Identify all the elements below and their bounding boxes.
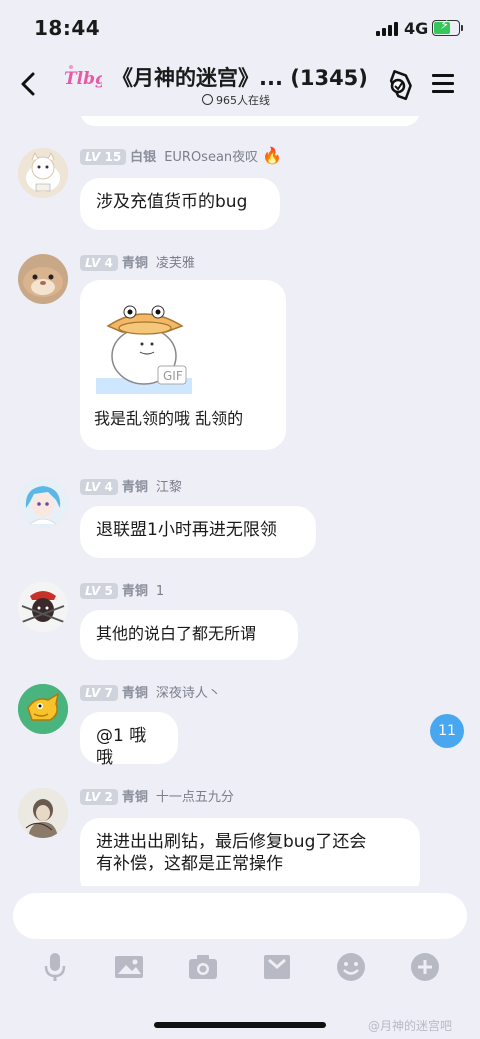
- avatar[interactable]: [18, 582, 68, 632]
- rank-label: 青铜: [121, 686, 148, 701]
- camera-icon[interactable]: [186, 950, 220, 984]
- rank-label: 青铜: [121, 480, 148, 495]
- share-icon[interactable]: [380, 68, 414, 102]
- input-toolbar: [0, 948, 480, 988]
- fire-icon: 🔥: [262, 146, 283, 165]
- message-meta: LV 7 青铜 深夜诗人丶: [80, 682, 221, 702]
- emoji-icon[interactable]: [334, 950, 368, 984]
- avatar[interactable]: [18, 478, 68, 528]
- nickname[interactable]: 十一点五九分: [156, 790, 234, 805]
- level-badge: LV 4: [80, 479, 118, 495]
- level-badge: LV 4: [80, 255, 118, 271]
- group-logo: Tlbg: [62, 62, 107, 92]
- nav-bar: Tlbg 《月神的迷宫》... (1345) 965人在线: [0, 56, 480, 116]
- online-count: 965人在线: [202, 92, 270, 108]
- sticker-bubble[interactable]: GIF 我是乱领的哦 乱领的: [80, 280, 286, 450]
- signal-icon: [376, 22, 398, 36]
- level-badge: LV 7: [80, 685, 118, 701]
- group-logo-text: Tlbg: [64, 69, 102, 89]
- nickname[interactable]: 江黎: [156, 480, 182, 495]
- message-meta: LV 4 青铜 江黎: [80, 476, 182, 496]
- avatar[interactable]: [18, 684, 68, 734]
- avatar[interactable]: [18, 254, 68, 304]
- mic-icon[interactable]: [38, 950, 72, 984]
- rank-label: 青铜: [121, 256, 148, 271]
- unread-badge[interactable]: 11: [430, 714, 464, 748]
- gif-tag: GIF: [163, 369, 183, 383]
- message-bubble[interactable]: 其他的说白了都无所谓: [80, 610, 298, 660]
- watermark: @月神的迷宫吧: [368, 1019, 453, 1033]
- avatar[interactable]: [18, 148, 68, 198]
- back-icon[interactable]: [14, 64, 46, 104]
- gift-icon[interactable]: [260, 950, 294, 984]
- rank-label: 白银: [130, 150, 157, 165]
- nickname[interactable]: 1: [156, 584, 164, 599]
- rank-label: 青铜: [121, 790, 148, 805]
- message-bubble[interactable]: 退联盟1小时再进无限领: [80, 506, 316, 558]
- level-badge: LV 15: [80, 149, 127, 165]
- chat-list[interactable]: LV 15 白银 EUROsean夜叹 🔥 涉及充值货币的bug LV 4 青铜 凌芙雅: [0, 116, 480, 886]
- previous-message-bubble: [80, 116, 420, 126]
- nickname[interactable]: 凌芙雅: [156, 256, 195, 271]
- avatar[interactable]: [18, 788, 68, 838]
- status-time: 18:44: [34, 16, 101, 40]
- message-meta: LV 4 青铜 凌芙雅: [80, 252, 195, 272]
- home-indicator[interactable]: [154, 1022, 326, 1028]
- menu-icon[interactable]: [432, 72, 454, 94]
- message-bubble[interactable]: 进进出出刷钻，最后修复bug了还会 有补偿，这都是正常操作: [80, 818, 420, 886]
- level-badge: LV 2: [80, 789, 118, 805]
- message-meta: LV 2 青铜 十一点五九分: [80, 786, 234, 806]
- rank-label: 青铜: [121, 584, 148, 599]
- message-meta: LV 5 青铜 1: [80, 580, 164, 600]
- status-bar: 18:44 4G ⚡: [0, 0, 480, 56]
- sticker-image: GIF: [96, 305, 192, 394]
- online-icon: [202, 94, 213, 105]
- message-meta: LV 15 白银 EUROsean夜叹 🔥: [80, 146, 282, 166]
- image-icon[interactable]: [112, 950, 146, 984]
- battery-icon: ⚡: [432, 18, 460, 36]
- message-bubble[interactable]: 涉及充值货币的bug: [80, 178, 280, 230]
- message-input[interactable]: [13, 893, 467, 939]
- nickname[interactable]: EUROsean夜叹: [164, 150, 258, 165]
- network-type: 4G: [404, 19, 429, 38]
- nickname[interactable]: 深夜诗人丶: [156, 686, 221, 701]
- message-bubble[interactable]: @1 哦哦: [80, 712, 178, 768]
- level-badge: LV 5: [80, 583, 118, 599]
- plus-icon[interactable]: [408, 950, 442, 984]
- group-title[interactable]: 《月神的迷宫》... (1345): [112, 62, 368, 92]
